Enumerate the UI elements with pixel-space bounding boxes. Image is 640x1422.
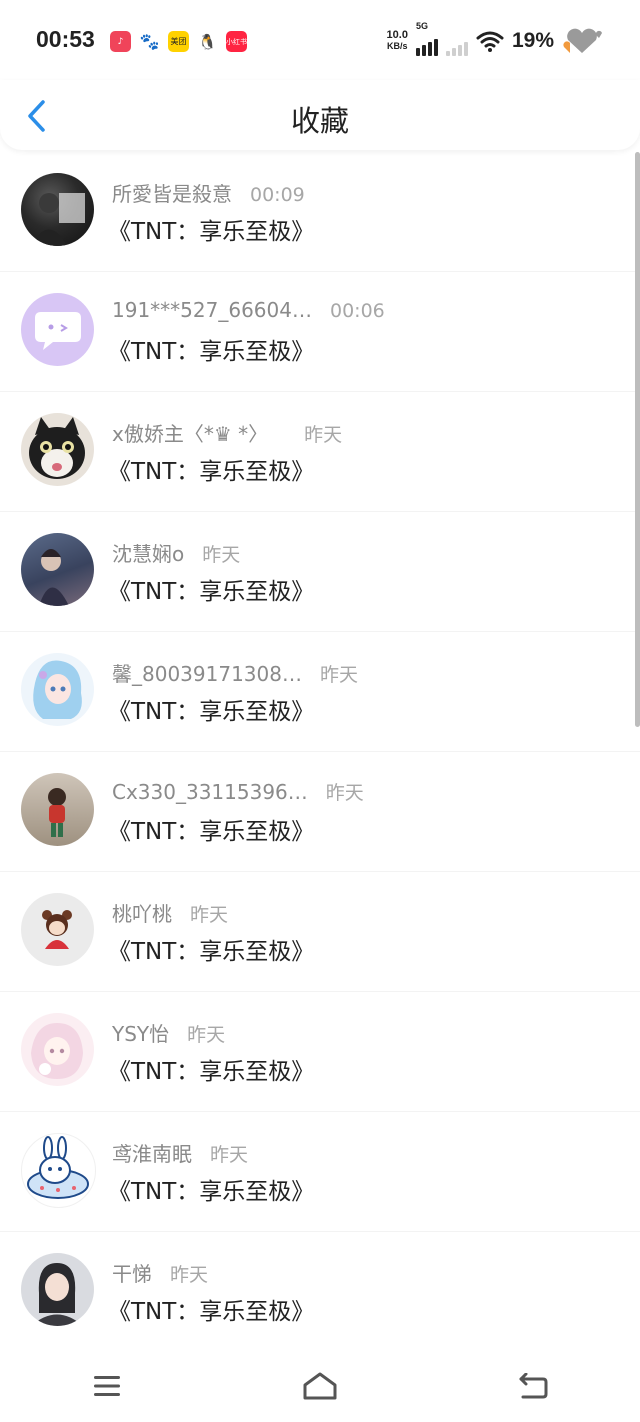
avatar[interactable] (21, 293, 94, 366)
list-item[interactable]: 沈慧娴o 昨天 《TNT：享乐至极》 (0, 512, 640, 632)
work-title: 《TNT：享乐至极》 (108, 939, 315, 965)
timestamp: 昨天 (190, 904, 229, 926)
list-item[interactable]: 干悌 昨天 《TNT：享乐至极》 (0, 1232, 640, 1350)
status-bar: 00:53 ♪ 🐾 美团 🐧 小红书 10.0 KB/s 5G 19% (0, 0, 640, 80)
avatar[interactable] (21, 653, 94, 726)
douyin-icon: ♪ (110, 31, 131, 52)
net-speed-value: 10.0 (386, 29, 408, 41)
system-indicators: 10.0 KB/s 5G 19% (387, 21, 604, 56)
page-title: 收藏 (290, 104, 349, 138)
battery-level: 19% (511, 29, 554, 52)
battery-heart-icon (563, 28, 602, 53)
favorites-list[interactable]: 所愛皆是殺意 00:09 《TNT：享乐至极》 191***527_66604…… (0, 152, 640, 1350)
avatar[interactable] (21, 773, 94, 846)
work-title: 《TNT：享乐至极》 (108, 819, 315, 845)
username: 所愛皆是殺意 (112, 182, 232, 206)
status-time: 00:53 (36, 26, 95, 52)
system-nav-bar (0, 1350, 640, 1422)
list-item[interactable]: 鸢淮南眠 昨天 《TNT：享乐至极》 (0, 1112, 640, 1232)
chat-bubble-icon (34, 311, 81, 350)
avatar[interactable] (21, 173, 94, 246)
avatar[interactable] (21, 893, 94, 966)
back-icon (519, 1373, 548, 1399)
username: 191***527_66604… (112, 298, 312, 322)
avatar[interactable] (21, 533, 94, 606)
list-item[interactable]: YSY怡 昨天 《TNT：享乐至极》 (0, 992, 640, 1112)
baidu-icon: 🐾 (139, 31, 160, 52)
username: 沈慧娴o (112, 542, 185, 566)
nav-header: 收藏 (0, 80, 640, 150)
work-title: 《TNT：享乐至极》 (108, 1059, 315, 1085)
username: YSY怡 (112, 1022, 170, 1046)
avatar[interactable] (21, 1013, 94, 1086)
wifi-icon (476, 31, 504, 52)
username: 鸢淮南眠 (112, 1142, 192, 1166)
timestamp: 00:09 (250, 184, 305, 206)
timestamp: 昨天 (304, 424, 343, 446)
list-item[interactable]: 191***527_66604… 00:06 《TNT：享乐至极》 (0, 272, 640, 392)
net-speed: 10.0 KB/s (387, 30, 408, 52)
meituan-icon: 美团 (168, 31, 189, 52)
avatar[interactable] (21, 1253, 94, 1326)
work-title: 《TNT：享乐至极》 (108, 219, 315, 245)
net-speed-unit: KB/s (387, 41, 408, 51)
xiaohongshu-icon: 小红书 (226, 31, 247, 52)
list-item[interactable]: 馨_80039171308… 昨天 《TNT：享乐至极》 (0, 632, 640, 752)
list-item[interactable]: x傲娇主〈*♛ *〉 昨天 《TNT：享乐至极》 (0, 392, 640, 512)
work-title: 《TNT：享乐至极》 (108, 339, 315, 365)
qq-icon: 🐧 (197, 31, 218, 52)
work-title: 《TNT：享乐至极》 (108, 459, 315, 485)
scrollbar[interactable] (635, 152, 640, 727)
username: 干悌 (112, 1262, 152, 1286)
signal-2-icon (445, 26, 468, 56)
timestamp: 昨天 (202, 544, 241, 566)
timestamp: 00:06 (329, 300, 385, 322)
username: Cx330_33115396… (112, 780, 308, 804)
username: 桃吖桃 (112, 902, 172, 926)
menu-icon (93, 1376, 120, 1396)
work-title: 《TNT：享乐至极》 (108, 1179, 315, 1205)
timestamp: 昨天 (210, 1144, 249, 1166)
back-nav-button[interactable] (503, 1364, 563, 1408)
home-icon (303, 1372, 337, 1400)
avatar[interactable] (21, 413, 94, 486)
timestamp: 昨天 (187, 1024, 226, 1046)
avatar[interactable] (21, 1133, 96, 1208)
timestamp: 昨天 (319, 664, 358, 686)
work-title: 《TNT：享乐至极》 (108, 1299, 315, 1325)
list-item[interactable]: Cx330_33115396… 昨天 《TNT：享乐至极》 (0, 752, 640, 872)
notification-icons: ♪ 🐾 美团 🐧 小红书 (110, 31, 247, 52)
timestamp: 昨天 (170, 1264, 209, 1286)
list-item[interactable]: 桃吖桃 昨天 《TNT：享乐至极》 (0, 872, 640, 992)
work-title: 《TNT：享乐至极》 (108, 699, 315, 725)
signal-icon: 5G (415, 21, 438, 56)
timestamp: 昨天 (325, 782, 364, 804)
network-type: 5G (415, 21, 428, 31)
list-item[interactable]: 所愛皆是殺意 00:09 《TNT：享乐至极》 (0, 152, 640, 272)
menu-button[interactable] (77, 1364, 137, 1408)
work-title: 《TNT：享乐至极》 (108, 579, 315, 605)
username: 馨_80039171308… (112, 662, 302, 686)
home-button[interactable] (290, 1364, 350, 1408)
username: x傲娇主〈*♛ *〉 (112, 422, 269, 446)
